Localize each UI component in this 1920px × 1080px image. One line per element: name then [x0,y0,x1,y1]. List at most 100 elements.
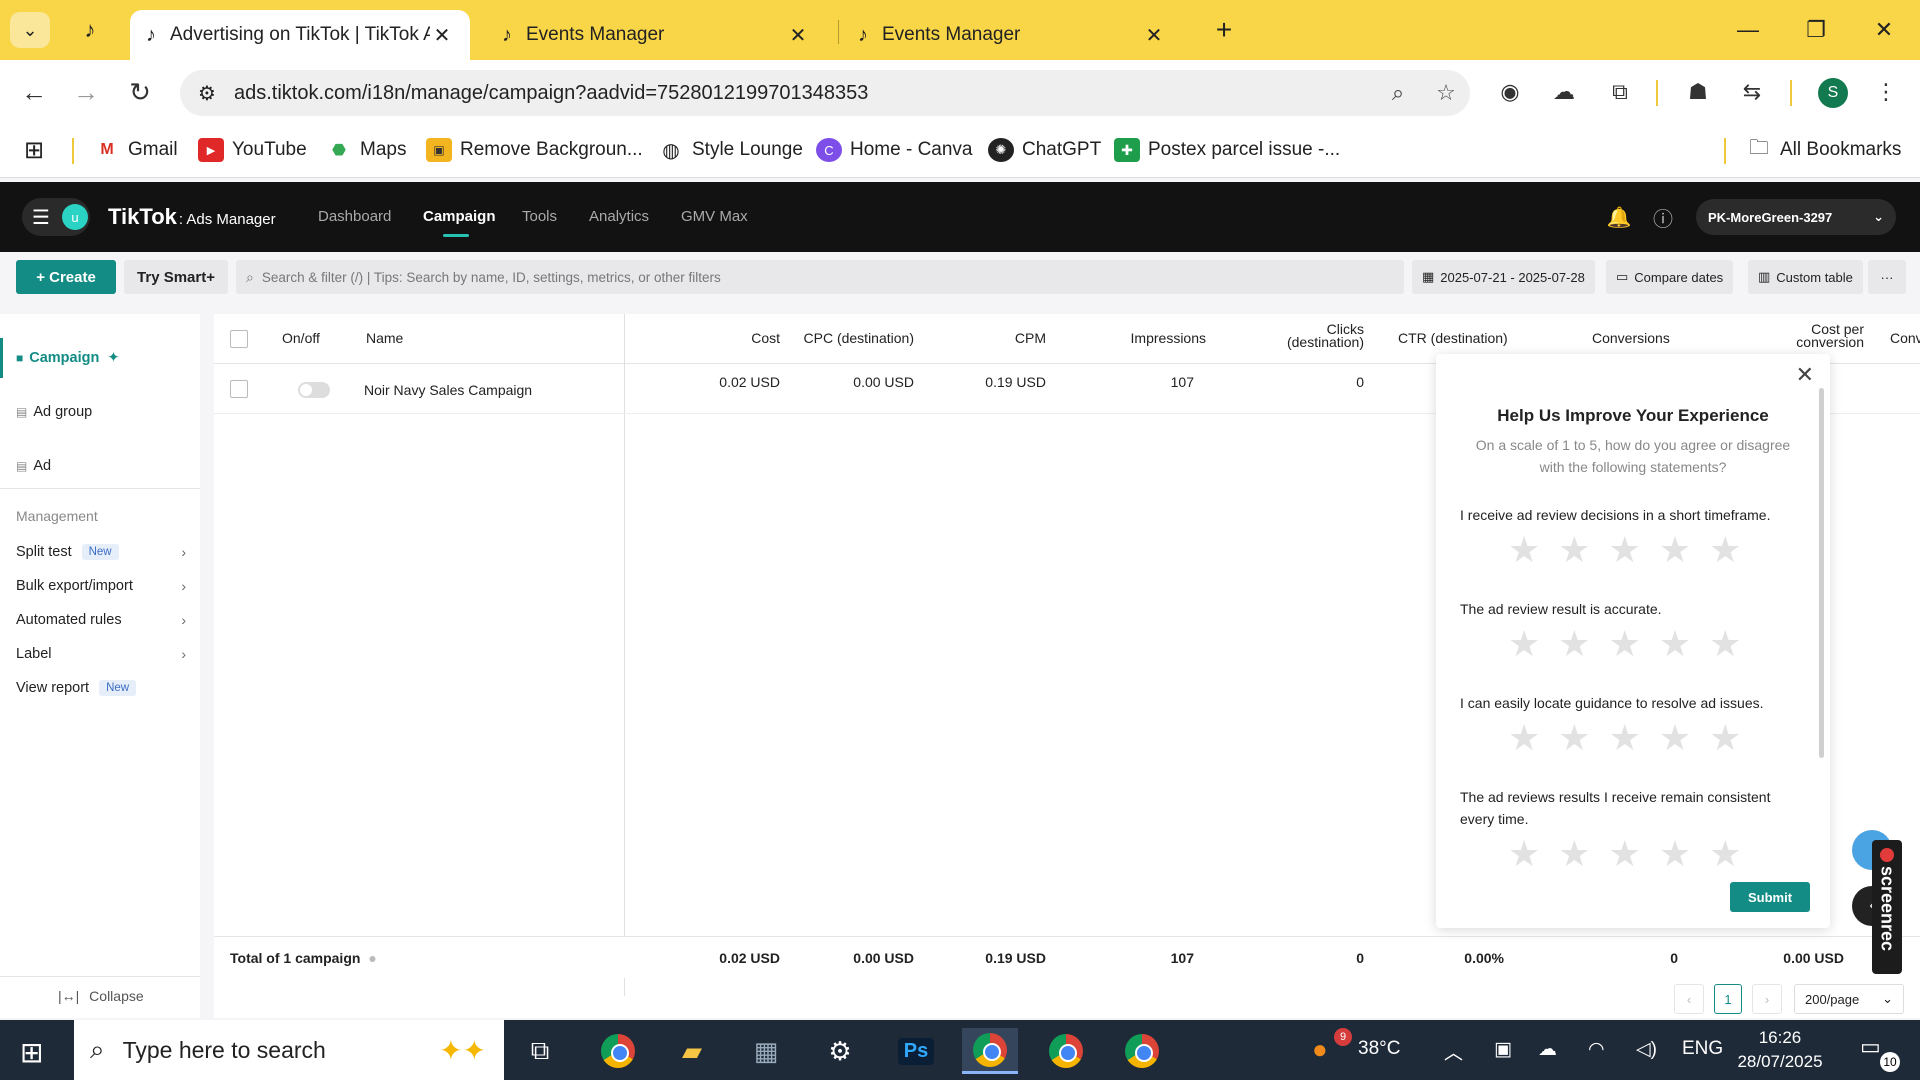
star-icon[interactable]: ★ [1709,532,1741,568]
star-icon[interactable]: ★ [1508,720,1540,756]
incognito-icon[interactable]: ☗ [1682,76,1714,108]
calculator-icon[interactable]: ▦ [738,1028,794,1074]
address-bar[interactable]: ⚙ ads.tiktok.com/i18n/manage/campaign?aa… [180,70,1470,116]
survey-scrollbar[interactable] [1819,388,1824,758]
compare-dates-button[interactable]: ▭ Compare dates [1606,260,1734,294]
bookmark-canva[interactable]: C Home - Canva [816,136,973,164]
settings-icon[interactable]: ⚙ [812,1028,868,1074]
brand-logo[interactable]: TikTok: Ads Manager [108,204,276,230]
bell-icon[interactable]: 🔔 [1606,204,1632,230]
star-rating-1[interactable]: ★ ★ ★ ★ ★ [1508,532,1741,568]
col-cpm[interactable]: CPM [934,330,1046,346]
bookmark-gmail[interactable]: M Gmail [94,136,177,164]
col-conversions[interactable]: Conversions [1592,330,1670,346]
bookmark-postex[interactable]: ✚ Postex parcel issue -... [1114,136,1340,164]
tab-events-manager-2[interactable]: ♪ Events Manager ✕ [842,10,1182,60]
weather-temperature[interactable]: 38°C [1358,1038,1400,1060]
kebab-menu-icon[interactable]: ⋮ [1870,76,1902,108]
file-explorer-icon[interactable]: ▰ [664,1028,720,1074]
restore-button[interactable]: ❐ [1788,10,1844,50]
volume-icon[interactable]: ◁) [1636,1038,1657,1061]
extension-icon[interactable]: ◉ [1494,76,1526,108]
nav-dashboard[interactable]: Dashboard [318,208,391,225]
mgmt-view-report[interactable]: View report New [16,674,186,702]
star-icon[interactable]: ★ [1659,532,1691,568]
new-tab-button[interactable]: + [1208,14,1240,46]
meet-now-icon[interactable]: ▣ [1494,1038,1512,1061]
minimize-button[interactable]: — [1720,10,1776,50]
extensions-puzzle-icon[interactable]: ⧉ [1604,76,1636,108]
language-indicator[interactable]: ENG [1682,1038,1723,1060]
wifi-icon[interactable]: ◠ [1588,1038,1605,1061]
star-icon[interactable]: ★ [1508,836,1540,872]
tab-advertising[interactable]: ♪ Advertising on TikTok | TikTok A ✕ [130,10,470,60]
star-icon[interactable]: ★ [1508,626,1540,662]
star-icon[interactable]: ★ [1659,720,1691,756]
campaign-name[interactable]: Noir Navy Sales Campaign [364,382,532,398]
forward-button[interactable]: → [66,72,106,112]
sidebar-item-ad-group[interactable]: ▤ Ad group [0,392,200,432]
star-icon[interactable]: ★ [1609,836,1641,872]
close-window-button[interactable]: ✕ [1856,10,1912,50]
star-icon[interactable]: ★ [1558,626,1590,662]
star-icon[interactable]: ★ [1659,626,1691,662]
taskbar-search-input[interactable]: ⌕ Type here to search ✦✦ [74,1020,504,1080]
nav-campaign[interactable]: Campaign [423,208,496,225]
sidebar-item-ad[interactable]: ▤ Ad [0,446,200,486]
bookmark-remove-bg[interactable]: ▣ Remove Backgroun... [426,136,643,164]
mgmt-automated-rules[interactable]: Automated rules › [16,606,186,634]
nav-tools[interactable]: Tools [522,208,557,225]
close-icon[interactable]: ✕ [1142,23,1166,48]
zoom-icon[interactable]: ⌕ [1374,80,1422,106]
pinned-tab-tiktok[interactable]: ♪ [74,14,106,46]
star-icon[interactable]: ★ [1609,720,1641,756]
page-size-select[interactable]: 200/page ⌄ [1794,984,1904,1014]
page-number[interactable]: 1 [1714,984,1742,1014]
main-menu-button[interactable]: ☰ u [22,198,90,236]
bookmark-star-icon[interactable]: ☆ [1422,75,1470,111]
screenrec-widget[interactable]: screenrec [1872,840,1902,974]
col-impressions[interactable]: Impressions [1064,330,1206,346]
tab-events-manager-1[interactable]: ♪ Events Manager ✕ [486,10,826,60]
col-onoff[interactable]: On/off [282,330,320,346]
chrome-profile-z-app[interactable] [1114,1028,1170,1074]
mgmt-split-test[interactable]: Split test New › [16,538,186,566]
reload-button[interactable]: ↻ [120,72,160,112]
back-button[interactable]: ← [14,72,54,112]
close-icon[interactable]: ✕ [430,23,454,48]
star-icon[interactable]: ★ [1709,836,1741,872]
close-icon[interactable]: ✕ [786,23,810,48]
star-icon[interactable]: ★ [1659,836,1691,872]
star-rating-2[interactable]: ★ ★ ★ ★ ★ [1508,626,1741,662]
col-cpc[interactable]: CPC (destination) [756,330,915,346]
weather-icon[interactable]: ● [1312,1034,1328,1065]
more-options-button[interactable]: ··· [1868,260,1906,294]
col-ctr[interactable]: CTR (destination) [1398,330,1508,346]
star-icon[interactable]: ★ [1609,532,1641,568]
bookmark-style-lounge[interactable]: ◍ Style Lounge [658,136,803,164]
star-icon[interactable]: ★ [1508,532,1540,568]
mgmt-bulk-export[interactable]: Bulk export/import › [16,572,186,600]
try-smart-button[interactable]: Try Smart+ [124,260,228,294]
bookmark-chatgpt[interactable]: ✺ ChatGPT [988,136,1101,164]
translate-icon[interactable]: ⇆ [1736,76,1768,108]
create-button[interactable]: + Create [16,260,116,294]
nav-analytics[interactable]: Analytics [589,208,649,225]
profile-avatar[interactable]: S [1818,78,1848,108]
tab-search-button[interactable]: ⌄ [10,12,50,48]
star-icon[interactable]: ★ [1709,626,1741,662]
site-info-icon[interactable]: ⚙ [180,81,234,106]
chevron-up-icon[interactable]: ︿ [1444,1038,1463,1065]
sidebar-item-campaign[interactable]: ■ Campaign ✦ [0,338,200,378]
chrome-profile-a-app[interactable] [1038,1028,1094,1074]
star-icon[interactable]: ★ [1558,532,1590,568]
star-icon[interactable]: ★ [1558,720,1590,756]
next-page-button[interactable]: › [1752,984,1782,1014]
col-cost-per-conversion[interactable]: Cost per conversion [1744,322,1864,349]
mgmt-label-item[interactable]: Label › [16,640,186,668]
all-bookmarks[interactable]: 🗀 All Bookmarks [1746,136,1901,164]
row-checkbox[interactable] [230,380,248,398]
star-icon[interactable]: ★ [1709,720,1741,756]
apps-grid-icon[interactable]: ⊞ [24,136,44,164]
clock[interactable]: 16:26 28/07/2025 [1730,1026,1830,1074]
